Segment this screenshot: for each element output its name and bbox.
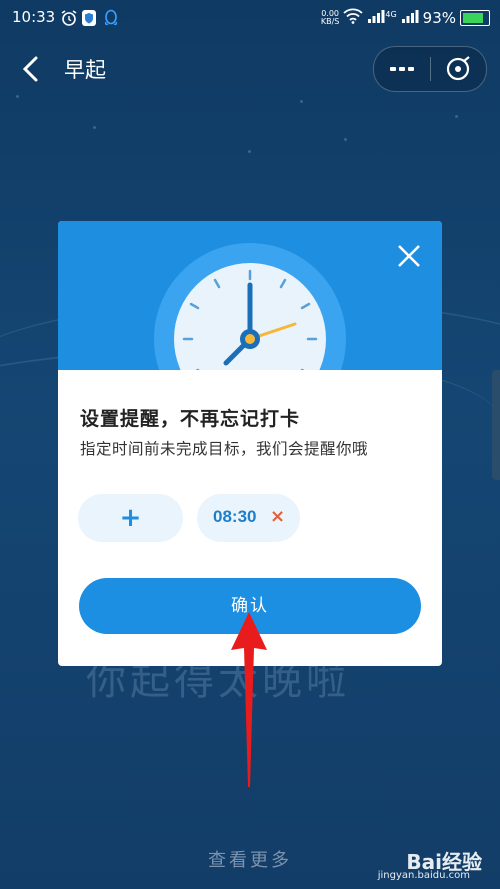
battery-percent: 93% <box>422 9 456 27</box>
reminder-dialog: 设置提醒，不再忘记打卡 指定时间前未完成目标，我们会提醒你哦 + 08:30 ×… <box>58 221 442 666</box>
wifi-icon <box>343 8 363 28</box>
signal-icon-2 <box>401 8 419 28</box>
dialog-title: 设置提醒，不再忘记打卡 <box>80 408 301 430</box>
chevron-left-icon <box>22 56 38 82</box>
miniapp-capsule <box>373 46 487 92</box>
status-bar: 10:33 0.00 KB/S 4G 93% <box>0 0 500 34</box>
add-time-button[interactable]: + <box>78 494 183 542</box>
status-time: 10:33 <box>12 8 56 26</box>
time-chip-value: 08:30 <box>213 507 257 526</box>
annotation-arrow <box>231 612 267 787</box>
network-type-label: 4G <box>385 9 397 19</box>
remove-time-button[interactable]: × <box>270 506 285 527</box>
qq-icon <box>103 9 119 31</box>
side-handle[interactable] <box>492 370 500 480</box>
close-icon <box>398 245 420 267</box>
dialog-subtitle: 指定时间前未完成目标，我们会提醒你哦 <box>80 440 369 458</box>
alarm-icon <box>60 9 78 31</box>
battery-icon <box>460 10 490 26</box>
time-chip[interactable]: 08:30 × <box>197 494 300 542</box>
signal-icon <box>367 8 385 28</box>
more-dots-icon <box>390 67 414 71</box>
back-button[interactable] <box>18 54 44 84</box>
clock-icon <box>154 243 346 370</box>
page-title: 早起 <box>64 58 106 82</box>
exit-miniapp-button[interactable] <box>431 47 486 91</box>
watermark-site: jingyan.baidu.com <box>377 870 470 881</box>
net-speed: 0.00 KB/S <box>320 9 340 26</box>
shield-icon <box>81 9 97 31</box>
target-close-icon <box>446 56 470 81</box>
dialog-header <box>58 221 442 370</box>
dialog-close-button[interactable] <box>394 241 424 271</box>
more-button[interactable] <box>374 47 430 91</box>
